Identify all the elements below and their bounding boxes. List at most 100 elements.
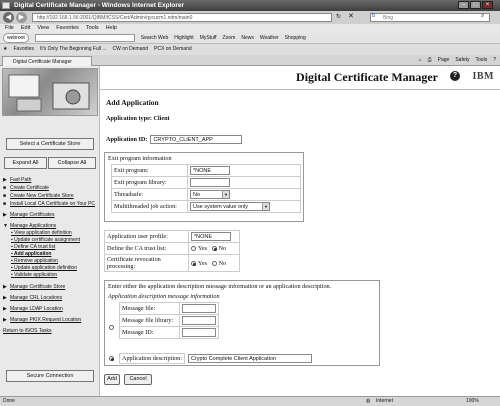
revocation-no-radio[interactable] [211, 260, 217, 266]
expand-arrow-icon: ▶ [3, 306, 7, 312]
stop-icon[interactable]: ✕ [348, 12, 354, 20]
form-heading: Add Application [106, 98, 159, 107]
ie-app-icon [2, 2, 10, 9]
webroot-news[interactable]: News [241, 33, 254, 44]
print-icon[interactable]: ⎙ [428, 55, 432, 65]
profile-field[interactable]: *NONE [191, 232, 231, 241]
refresh-icon[interactable]: ↻ [336, 13, 341, 20]
minimize-icon[interactable]: – [458, 1, 469, 9]
webroot-button[interactable]: webroot [3, 33, 29, 43]
threadsafe-select[interactable]: No ▼ [190, 190, 230, 199]
nav-manage-cert-store[interactable]: ▶ Manage Certificate Store [3, 283, 98, 291]
ca-trust-no-label: No [218, 245, 227, 252]
nav-add-application[interactable]: ▪ Add application [11, 251, 98, 258]
desc-message-radio[interactable] [109, 325, 114, 330]
tab-dcm[interactable]: Digital Certificate Manager [2, 56, 92, 66]
exit-library-field[interactable] [190, 178, 230, 187]
tools-menu[interactable]: Tools [476, 55, 488, 65]
security-zone: Internet [376, 398, 393, 404]
webroot-search-web[interactable]: Search Web [141, 33, 168, 44]
favorites-button[interactable]: Favorites [13, 44, 34, 55]
menu-help[interactable]: Help [106, 24, 117, 33]
revocation-label: Certificate revocation processing: [104, 254, 189, 272]
nav-manage-certificates[interactable]: ▶ Manage Certificates [3, 211, 98, 219]
dcm-logo-image [2, 68, 98, 116]
nav-create-certificate[interactable]: ■ Create Certificate [3, 184, 98, 192]
app-desc-field[interactable]: Crypto Complete Client Application [187, 354, 312, 363]
chevron-down-icon: ▼ [262, 203, 269, 210]
ca-trust-no-radio[interactable] [211, 246, 217, 252]
nav-manage-pkix[interactable]: ▶ Manage PKIX Request Location [3, 316, 98, 324]
menu-tools[interactable]: Tools [86, 24, 99, 33]
close-icon[interactable]: × [482, 1, 493, 9]
expand-all-button[interactable]: Expand All [4, 157, 47, 169]
favorite-link-2[interactable]: CW on Demand [113, 44, 149, 55]
exit-program-field[interactable]: *NONE [190, 166, 230, 175]
exit-library-label: Exit program library: [111, 176, 188, 189]
nav-update-cert-assignment[interactable]: ▪ Update certificate assignment [11, 237, 98, 244]
help-icon[interactable]: ? [450, 71, 460, 81]
nav-define-ca-trust[interactable]: ▪ Define CA trust list [11, 244, 98, 251]
webroot-zoom[interactable]: Zoom [223, 33, 236, 44]
favorite-link-3[interactable]: PCX on Demand [154, 44, 192, 55]
secure-connection-button[interactable]: Secure Connection [6, 370, 94, 382]
ca-trust-yes-label: Yes [198, 245, 208, 252]
ca-trust-yes-radio[interactable] [191, 246, 196, 252]
nav-remove-application[interactable]: ▪ Remove application [11, 258, 98, 265]
page-menu[interactable]: Page [438, 55, 450, 65]
nav-manage-ldap[interactable]: ▶ Manage LDAP Location [3, 305, 98, 313]
profile-label: Application user profile: [104, 230, 189, 243]
menu-view[interactable]: View [37, 24, 49, 33]
nav-manage-applications[interactable]: ▼ Manage Applications [3, 222, 98, 230]
nav-return-i5os[interactable]: Return to i5/OS Tasks [3, 327, 98, 335]
expand-arrow-icon: ▶ [3, 212, 7, 218]
webroot-shopping[interactable]: Shopping [285, 33, 306, 44]
nav-fast-path[interactable]: ▶ Fast Path [3, 176, 98, 184]
favorite-link-1[interactable]: It's Only The Beginning Full ... [40, 44, 106, 55]
msg-lib-field[interactable] [182, 316, 216, 325]
back-icon[interactable]: ◀ [3, 12, 14, 23]
desc-text-radio[interactable] [109, 356, 114, 361]
webroot-search-input[interactable] [34, 34, 135, 42]
profile-options-table: Application user profile: *NONE Define t… [104, 230, 240, 272]
zoom-level[interactable]: 100% [466, 397, 479, 406]
msg-file-field[interactable] [182, 304, 216, 313]
nav-install-local-ca[interactable]: ■ Install Local CA Certificate on Your PC [3, 200, 98, 208]
search-icon[interactable]: ⌕ [481, 13, 484, 20]
webroot-highlight[interactable]: Highlight [174, 33, 193, 44]
revocation-yes-radio[interactable] [191, 260, 196, 266]
nav-manage-crl[interactable]: ▶ Manage CRL Locations [3, 294, 98, 302]
address-bar: ◀ ▶ http://192.168.1.56:2001/QIBM/ICSS/C… [0, 11, 500, 24]
multithreaded-label: Multithreaded job action: [111, 200, 188, 213]
nav-view-app-definition[interactable]: ▪ View application definition [11, 230, 98, 237]
app-id-field[interactable]: CRYPTO_CLIENT_APP [150, 135, 243, 144]
forward-icon[interactable]: ▶ [16, 12, 27, 23]
safety-menu[interactable]: Safety [455, 55, 469, 65]
add-button[interactable]: Add [104, 374, 120, 385]
cancel-button[interactable]: Cancel [124, 374, 152, 385]
msg-id-field[interactable] [182, 328, 216, 337]
menu-favorites[interactable]: Favorites [56, 24, 79, 33]
search-input[interactable]: Bing [370, 13, 490, 22]
nav-update-app-definition[interactable]: ▪ Update application definition [11, 265, 98, 272]
msg-id-label: Message ID: [119, 326, 180, 339]
webroot-weather[interactable]: Weather [260, 33, 279, 44]
nav-create-new-store[interactable]: ■ Create New Certificate Store [3, 192, 98, 200]
home-icon[interactable]: ⌂ [419, 55, 422, 65]
bullet-icon: ■ [3, 193, 7, 199]
menu-file[interactable]: File [5, 24, 14, 33]
nav-validate-application[interactable]: ▪ Validate application [11, 272, 98, 279]
maximize-icon[interactable]: □ [470, 1, 481, 9]
window-title-bar: Digital Certificate Manager - Windows In… [0, 0, 500, 11]
app-id-row: Application ID: CRYPTO_CLIENT_APP [106, 135, 243, 144]
select-certificate-store-button[interactable]: Select a Certificate Store [6, 138, 94, 150]
webroot-mystuff[interactable]: MyStuff [200, 33, 217, 44]
help-menu-icon[interactable]: ? [493, 55, 496, 65]
collapse-all-button[interactable]: Collapse All [48, 157, 96, 169]
expand-arrow-icon: ▶ [3, 284, 7, 290]
url-input[interactable]: http://192.168.1.56:2001/QIBM/ICSS/Cert/… [32, 13, 332, 22]
multithreaded-select[interactable]: Use system value only ▼ [190, 202, 270, 211]
description-section: Enter either the application description… [104, 280, 380, 366]
menu-edit[interactable]: Edit [21, 24, 30, 33]
star-icon[interactable]: ★ [3, 44, 7, 55]
